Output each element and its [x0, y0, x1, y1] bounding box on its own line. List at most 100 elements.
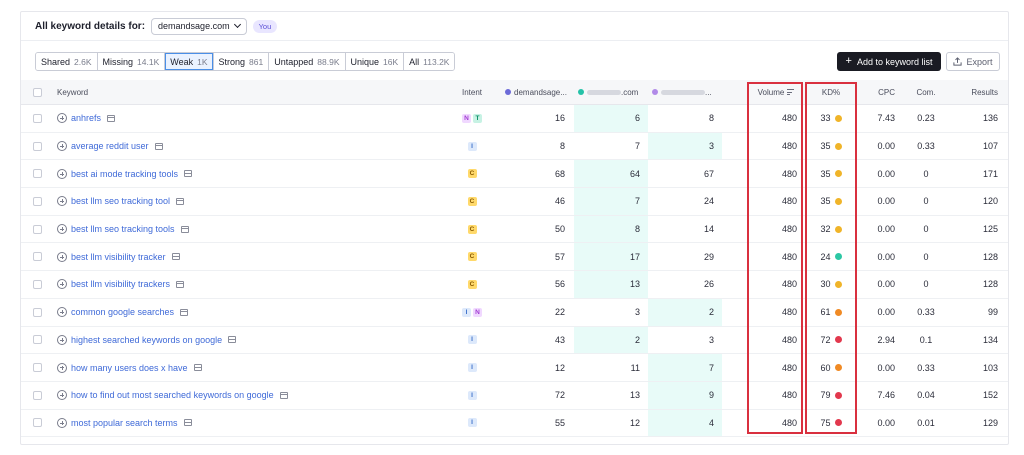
add-to-keyword-list-button[interactable]: + Add to keyword list: [837, 52, 941, 71]
serp-icon[interactable]: [176, 197, 185, 205]
serp-icon[interactable]: [184, 170, 193, 178]
add-keyword-icon[interactable]: [57, 168, 67, 179]
keyword-link[interactable]: best llm visibility tracker: [71, 252, 166, 262]
filter-tab-missing[interactable]: Missing 14.1K: [97, 53, 166, 70]
domain1-position: 46: [554, 196, 565, 207]
column-header-domain3[interactable]: ...: [648, 80, 722, 104]
row-checkbox[interactable]: [33, 252, 42, 262]
intent-cell: C: [453, 160, 491, 187]
row-checkbox[interactable]: [33, 279, 42, 289]
intent-cell: I: [453, 382, 491, 409]
column-header-com[interactable]: Com.: [903, 80, 949, 104]
keyword-link[interactable]: best llm seo tracking tools: [71, 224, 175, 234]
domain3-position: 67: [703, 168, 714, 179]
serp-icon[interactable]: [183, 419, 192, 427]
row-checkbox[interactable]: [33, 307, 42, 317]
column-header-domain1[interactable]: demandsage...: [499, 80, 573, 104]
kd-difficulty-dot: [834, 391, 842, 399]
add-keyword-icon[interactable]: [57, 362, 67, 373]
kd-cell: 32: [805, 216, 857, 243]
cpc-value: 0.00: [877, 307, 895, 318]
serp-icon[interactable]: [180, 225, 189, 233]
row-checkbox[interactable]: [33, 390, 42, 400]
com-value: 0: [923, 224, 929, 235]
com-value: 0.04: [917, 390, 935, 401]
com-value: 0: [923, 279, 929, 290]
serp-icon[interactable]: [154, 142, 163, 150]
serp-icon[interactable]: [228, 336, 237, 344]
row-checkbox[interactable]: [33, 113, 42, 123]
volume-value: 480: [781, 417, 797, 428]
serp-icon[interactable]: [107, 114, 116, 122]
select-all-checkbox[interactable]: [33, 87, 42, 97]
column-header-results[interactable]: Results: [949, 80, 1006, 104]
add-keyword-icon[interactable]: [57, 141, 67, 152]
add-keyword-icon[interactable]: [57, 307, 67, 318]
keyword-cell: how many users does x have: [57, 354, 437, 381]
serp-icon[interactable]: [171, 253, 180, 261]
row-checkbox[interactable]: [33, 141, 42, 151]
filter-tab-all[interactable]: All 113.2K: [404, 53, 455, 70]
keyword-link[interactable]: highest searched keywords on google: [71, 335, 222, 345]
filter-tab-count: 16K: [383, 56, 399, 67]
domain1-position: 8: [559, 141, 565, 152]
column-header-cpc[interactable]: CPC: [857, 80, 903, 104]
filter-tab-strong[interactable]: Strong 861: [213, 53, 270, 70]
serp-icon[interactable]: [193, 364, 202, 372]
keyword-link[interactable]: how many users does x have: [71, 363, 188, 373]
column-header-volume[interactable]: Volume: [747, 80, 805, 104]
keyword-link[interactable]: best ai mode tracking tools: [71, 169, 178, 179]
row-checkbox[interactable]: [33, 418, 42, 428]
add-keyword-icon[interactable]: [57, 113, 67, 124]
domain3-position: 29: [703, 251, 714, 262]
cpc-value: 0.00: [877, 279, 895, 290]
add-keyword-icon[interactable]: [57, 251, 67, 262]
domain2-redacted-name: [587, 89, 621, 95]
volume-value: 480: [781, 224, 797, 235]
filter-tab-untapped[interactable]: Untapped 88.9K: [269, 53, 346, 70]
filter-tab-unique[interactable]: Unique 16K: [345, 53, 405, 70]
filter-tab-weak[interactable]: Weak 1K: [165, 53, 214, 70]
keyword-link[interactable]: anhrefs: [71, 113, 101, 123]
domain2-position: 13: [629, 390, 640, 401]
column-header-keyword[interactable]: Keyword: [57, 80, 88, 104]
add-keyword-icon[interactable]: [57, 196, 67, 207]
column-header-domain2[interactable]: .com: [574, 80, 648, 104]
kd-difficulty-dot: [834, 197, 842, 205]
add-keyword-icon[interactable]: [57, 279, 67, 290]
row-checkbox[interactable]: [33, 169, 42, 179]
serp-icon[interactable]: [176, 280, 185, 288]
domain1-position: 22: [554, 307, 565, 318]
serp-icon[interactable]: [180, 308, 189, 316]
keyword-link[interactable]: common google searches: [71, 307, 174, 317]
add-keyword-icon[interactable]: [57, 224, 67, 235]
keyword-link[interactable]: best llm seo tracking tool: [71, 196, 170, 206]
keyword-link[interactable]: average reddit user: [71, 141, 149, 151]
table-body: anhrefs N T 16 6 8 480 33 7.43 0.23 136 average red…: [21, 105, 1008, 438]
domain-select[interactable]: demandsage.com: [151, 17, 247, 35]
kd-value: 35: [820, 196, 831, 207]
intent-badge-i: I: [467, 141, 477, 151]
table-row: how to find out most searched keywords o…: [21, 381, 1008, 410]
keyword-link[interactable]: most popular search terms: [71, 418, 178, 428]
volume-value: 480: [781, 168, 797, 179]
row-checkbox[interactable]: [33, 363, 42, 373]
table-row: how many users does x have I 12 11 7 480 60 0.0…: [21, 354, 1008, 382]
kd-cell: 75: [805, 410, 857, 437]
add-keyword-icon[interactable]: [57, 390, 67, 401]
export-button[interactable]: Export: [946, 52, 1000, 71]
filter-tab-shared[interactable]: Shared 2.6K: [36, 53, 98, 70]
column-header-kd[interactable]: KD%: [805, 80, 857, 104]
add-keyword-icon[interactable]: [57, 334, 67, 345]
row-checkbox[interactable]: [33, 224, 42, 234]
row-checkbox[interactable]: [33, 335, 42, 345]
column-header-domain3-label: ...: [705, 87, 712, 97]
keyword-link[interactable]: best llm visibility trackers: [71, 279, 170, 289]
add-keyword-icon[interactable]: [57, 417, 67, 428]
row-checkbox[interactable]: [33, 196, 42, 206]
domain2-position: 17: [574, 243, 648, 271]
keyword-link[interactable]: how to find out most searched keywords o…: [71, 390, 274, 400]
column-header-intent[interactable]: Intent: [453, 80, 491, 104]
domain2-position: 12: [629, 417, 640, 428]
serp-icon[interactable]: [279, 391, 288, 399]
